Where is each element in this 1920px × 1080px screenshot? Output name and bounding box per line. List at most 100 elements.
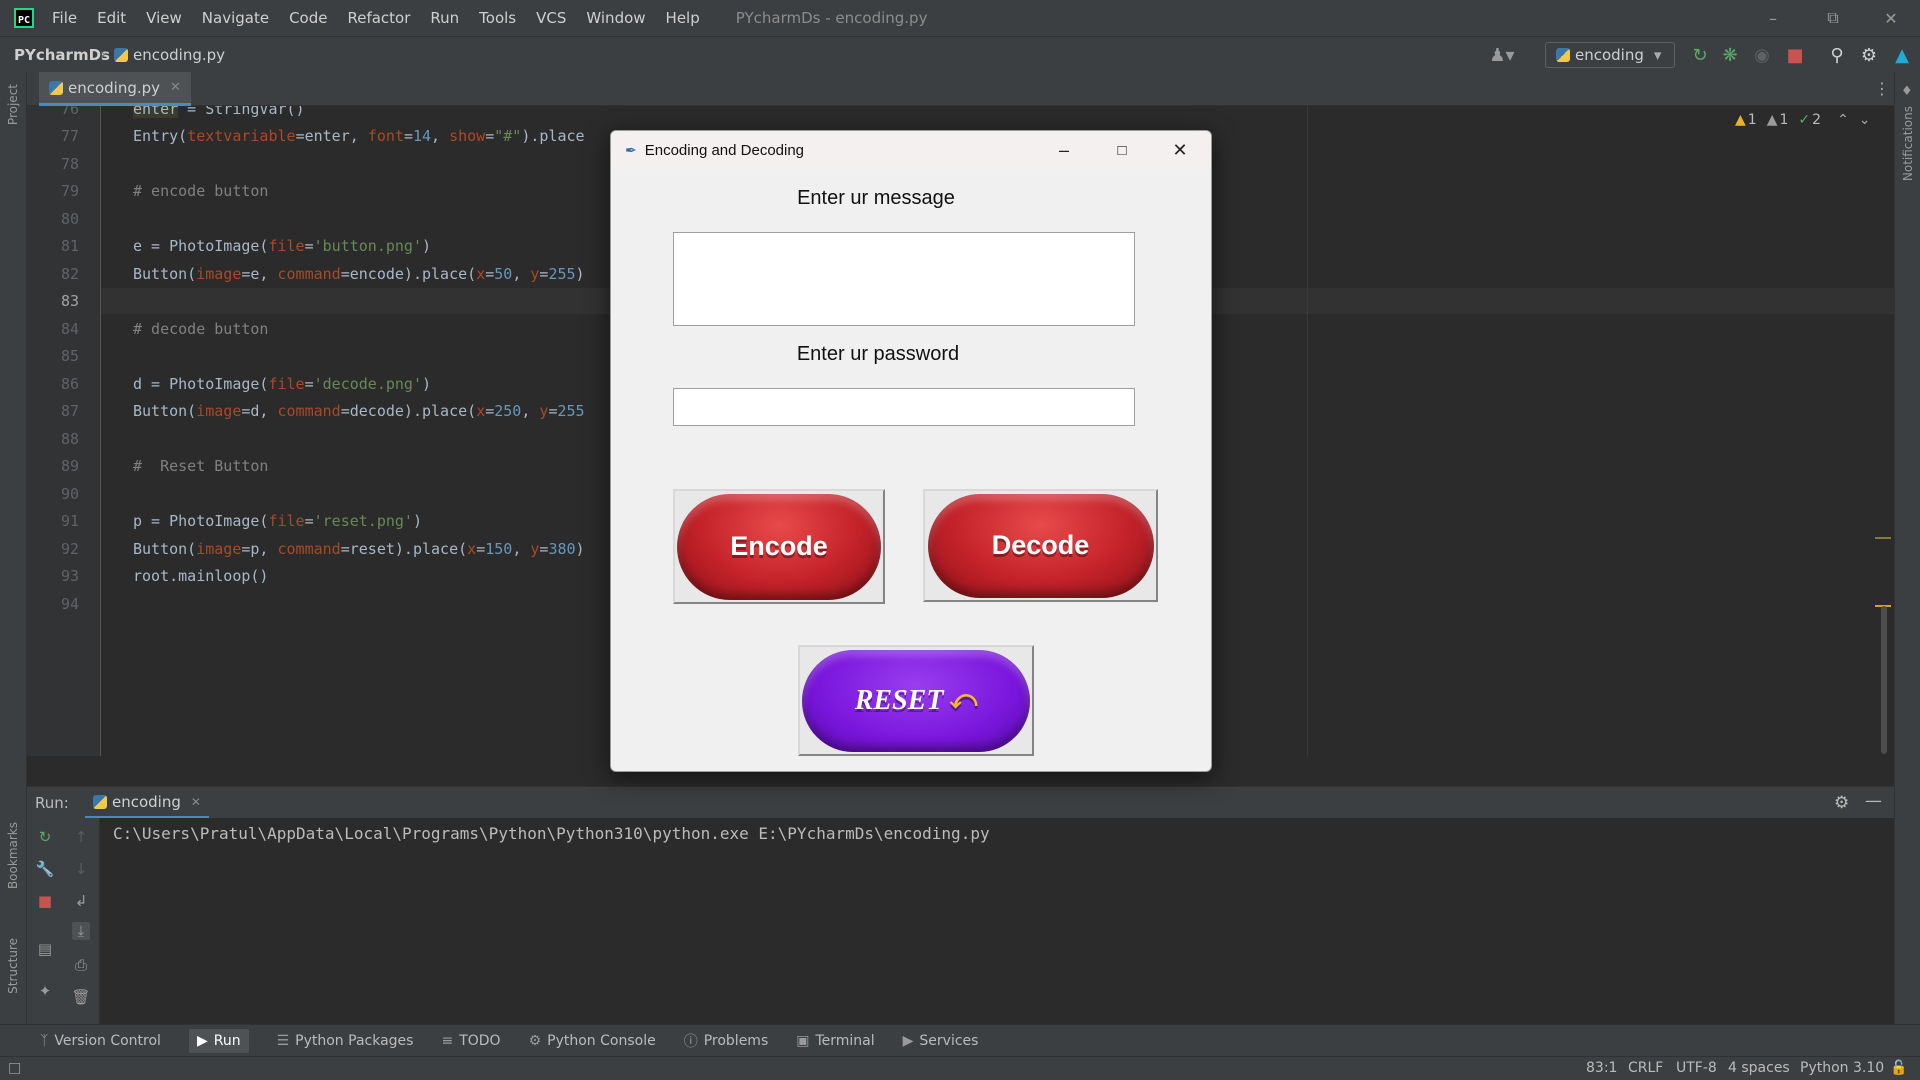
dialog-maximize-icon[interactable]: □ <box>1093 131 1151 169</box>
tool-terminal[interactable]: ▣ Terminal <box>796 1033 874 1049</box>
user-account-icon[interactable]: ♟▾ <box>1489 43 1514 67</box>
menu-file[interactable]: File <box>52 9 77 27</box>
encode-label: Encode <box>677 493 881 600</box>
restore-icon[interactable]: ⧉ <box>1804 0 1862 36</box>
scroll-to-end-icon[interactable]: ⤓ <box>72 922 90 940</box>
menu-edit[interactable]: Edit <box>97 9 126 27</box>
file-encoding[interactable]: UTF-8 <box>1676 1060 1717 1076</box>
tool-run[interactable]: ▶ Run <box>188 1028 249 1053</box>
stop-icon[interactable]: ■ <box>1783 43 1807 67</box>
menu-help[interactable]: Help <box>666 9 700 27</box>
decode-button[interactable]: Decode <box>923 489 1158 602</box>
password-input[interactable] <box>673 388 1135 426</box>
decode-label: Decode <box>927 493 1154 598</box>
status-bar: □ 83:1 CRLF UTF-8 4 spaces Python 3.10 🔓 <box>0 1056 1920 1080</box>
line-number: 89 <box>60 457 79 475</box>
message-input[interactable] <box>673 232 1135 326</box>
menu-window[interactable]: Window <box>586 9 645 27</box>
run-toolbar-secondary: ↑ ↓ ↲ ⤓ ⎙ 🗑 <box>63 818 100 1024</box>
indent-setting[interactable]: 4 spaces <box>1728 1060 1790 1076</box>
menu-code[interactable]: Code <box>289 9 327 27</box>
arrow-down-icon[interactable]: ↓ <box>72 860 90 878</box>
check-icon: ✓ <box>1798 112 1811 128</box>
gear-icon[interactable]: ⚙ <box>1857 43 1881 67</box>
debug-icon[interactable]: ❋ <box>1718 43 1742 67</box>
line-number: 94 <box>60 595 79 613</box>
lock-icon[interactable]: 🔓 <box>1890 1060 1907 1076</box>
chevron-down-icon[interactable]: ⌄ <box>1859 112 1871 128</box>
more-options-icon[interactable]: ⋮ <box>1874 79 1890 98</box>
trash-icon[interactable]: 🗑 <box>71 988 90 1006</box>
print-icon[interactable]: ⎙ <box>72 956 90 974</box>
soft-wrap-icon[interactable]: ↲ <box>72 892 90 910</box>
breadcrumb-separator-icon: › <box>100 45 106 63</box>
pin-icon[interactable]: ✦ <box>36 982 54 1000</box>
run-configuration-select[interactable]: encoding ▾ <box>1545 42 1675 68</box>
menu-navigate[interactable]: Navigate <box>202 9 269 27</box>
tool-services[interactable]: ▶ Services <box>903 1033 979 1049</box>
tab-close-icon[interactable]: ✕ <box>170 80 181 95</box>
tool-python-console[interactable]: ⚙ Python Console <box>529 1033 656 1049</box>
jetbrains-toolbox-icon[interactable]: ▲ <box>1890 43 1914 67</box>
tab-close-icon[interactable]: ✕ <box>191 795 201 809</box>
tool-version-control[interactable]: ᛉ Version Control <box>40 1033 161 1049</box>
tab-encoding-py[interactable]: encoding.py ✕ <box>39 72 191 106</box>
editor-scrollbar[interactable] <box>1881 606 1887 754</box>
minimize-icon[interactable]: – <box>1744 0 1802 36</box>
menu-tools[interactable]: Tools <box>479 9 516 27</box>
breadcrumb-project[interactable]: PYcharmDs <box>14 46 110 64</box>
play-icon: ▶ <box>196 1032 208 1049</box>
menu-view[interactable]: View <box>146 9 182 27</box>
encode-button[interactable]: Encode <box>673 489 885 604</box>
line-number: 86 <box>60 375 79 393</box>
tool-python-packages[interactable]: ☰ Python Packages <box>277 1033 414 1049</box>
tool-todo[interactable]: ≡ TODO <box>441 1033 500 1049</box>
bell-icon[interactable]: ♦ <box>1901 84 1913 99</box>
notifications-tool-label[interactable]: Notifications <box>1901 106 1915 181</box>
hide-panel-icon[interactable]: — <box>1865 791 1882 811</box>
menu-vcs[interactable]: VCS <box>536 9 566 27</box>
reset-arrow-icon: ⤺ <box>949 685 978 714</box>
code-line-89: # Reset Button <box>133 457 269 475</box>
tool-problems[interactable]: ⓘ Problems <box>684 1031 769 1051</box>
arrow-up-icon[interactable]: ↑ <box>72 828 90 846</box>
stop-icon[interactable]: ■ <box>36 892 54 910</box>
search-icon[interactable]: ⚲ <box>1825 43 1849 67</box>
dialog-minimize-icon[interactable]: – <box>1035 131 1093 169</box>
close-icon[interactable]: ✕ <box>1862 0 1920 36</box>
line-separator[interactable]: CRLF <box>1628 1060 1663 1076</box>
tool-version-control-label: Version Control <box>54 1032 161 1049</box>
line-number: 92 <box>60 540 79 558</box>
project-tool-label[interactable]: Project <box>6 84 20 125</box>
structure-tool-label[interactable]: Structure <box>6 938 20 994</box>
code-line-82: Button(image=e, command=encode).place(x=… <box>133 265 585 283</box>
coverage-icon[interactable]: ◉ <box>1750 43 1774 67</box>
menu-run[interactable]: Run <box>430 9 459 27</box>
python-interpreter[interactable]: Python 3.10 <box>1800 1060 1884 1076</box>
dialog-title: Encoding and Decoding <box>644 141 805 159</box>
run-console[interactable] <box>27 818 1894 1024</box>
pycharm-logo-icon[interactable]: PC <box>14 8 34 28</box>
wrench-icon[interactable]: 🔧 <box>36 860 55 878</box>
chevron-up-icon[interactable]: ⌃ <box>1837 112 1849 128</box>
layout-icon[interactable]: ▤ <box>36 940 54 958</box>
breadcrumb-file[interactable]: encoding.py <box>114 46 225 64</box>
bookmarks-tool-label[interactable]: Bookmarks <box>6 822 20 889</box>
line-number: 76 <box>60 106 79 118</box>
inspection-widget[interactable]: ▲ 1 ▲ 1 ✓ 2 ⌃ ⌄ <box>1735 112 1871 128</box>
run-panel-header: Run: encoding ✕ ⚙ — <box>27 786 1894 819</box>
todo-list-icon: ≡ <box>441 1032 454 1049</box>
gear-icon[interactable]: ⚙ <box>1834 793 1849 813</box>
rerun-icon[interactable]: ↻ <box>36 828 54 846</box>
rerun-icon[interactable]: ↻ <box>1688 43 1712 67</box>
breadcrumb-file-label: encoding.py <box>133 46 226 64</box>
toggle-tool-windows-icon[interactable]: □ <box>8 1060 21 1076</box>
run-tab-encoding[interactable]: encoding ✕ <box>85 787 209 819</box>
code-line-76: enter = StringVar() <box>133 106 305 118</box>
chevron-down-icon: ▾ <box>1653 46 1662 64</box>
reset-button[interactable]: RESET ⤺ <box>798 645 1034 756</box>
tk-feather-icon: ✒ <box>625 141 637 158</box>
menu-refactor[interactable]: Refactor <box>347 9 410 27</box>
dialog-close-icon[interactable]: ✕ <box>1151 131 1209 169</box>
caret-position[interactable]: 83:1 <box>1586 1060 1617 1076</box>
